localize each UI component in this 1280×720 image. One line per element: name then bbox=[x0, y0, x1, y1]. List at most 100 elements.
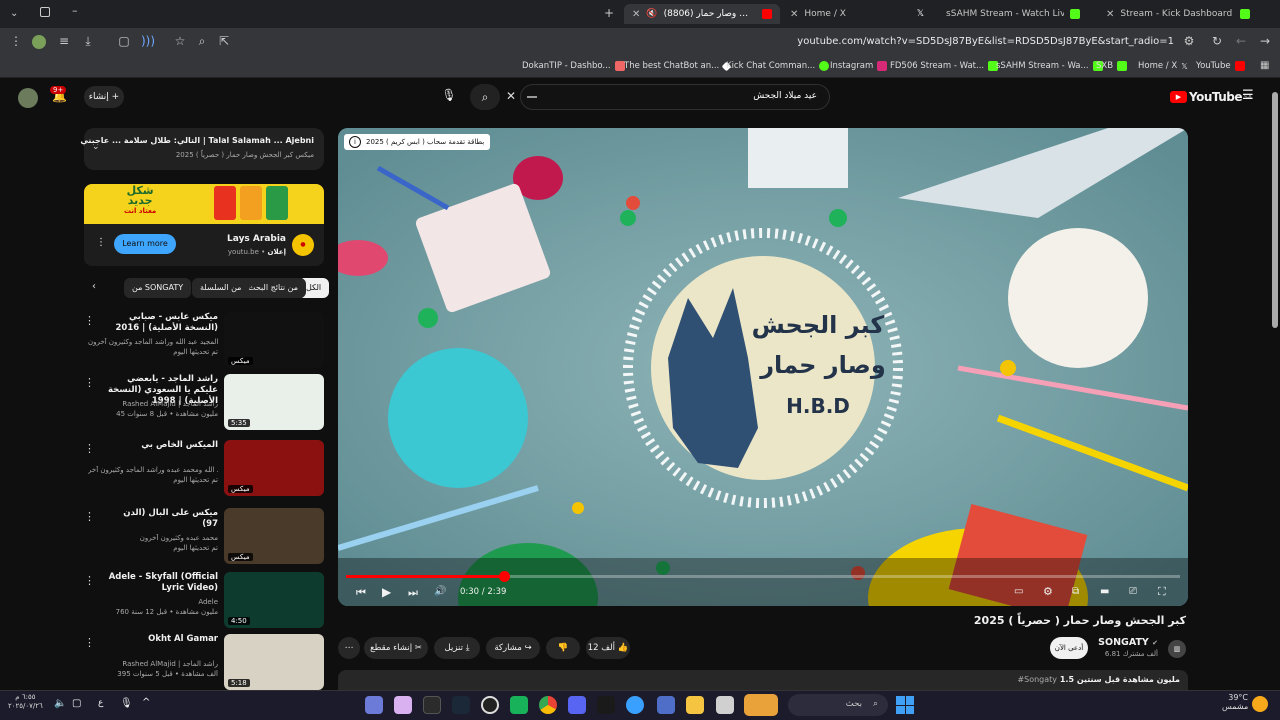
close-icon[interactable]: ✕ bbox=[632, 9, 640, 20]
file-explorer-icon[interactable] bbox=[686, 696, 704, 714]
mute-icon[interactable]: 🔇 bbox=[646, 9, 657, 19]
progress-bar[interactable] bbox=[346, 571, 1180, 582]
start-button[interactable] bbox=[896, 696, 914, 714]
weather-widget[interactable]: 39°C مشمس bbox=[1222, 693, 1248, 711]
language-indicator[interactable]: ع bbox=[98, 698, 103, 708]
tab-ssahm-stream[interactable]: sSAHM Stream - Watch Live on bbox=[938, 4, 1088, 24]
video-thumbnail[interactable]: 5:35 bbox=[224, 374, 324, 430]
taskbar-app-icon[interactable] bbox=[510, 696, 528, 714]
recommendation-item[interactable]: 4:50 Adele - Skyfall (Official Lyric Vide… bbox=[84, 572, 324, 632]
page-scrollbar[interactable] bbox=[1272, 92, 1278, 328]
share-button[interactable]: مشاركة ↪ bbox=[486, 637, 540, 659]
recommendation-title[interactable]: ميكس على البال (الدن 97) bbox=[106, 508, 218, 530]
close-icon[interactable]: ✕ bbox=[1106, 9, 1114, 20]
tab-kick-dashboard[interactable]: ✕ Stream - Kick Dashboard bbox=[1098, 4, 1258, 24]
restore-icon[interactable] bbox=[40, 7, 50, 17]
video-thumbnail[interactable]: 5:18 bbox=[224, 634, 324, 690]
more-options-icon[interactable]: ⋮ bbox=[84, 376, 95, 389]
chip-from-channel[interactable]: من SONGATY bbox=[124, 278, 192, 298]
video-thumbnail[interactable]: ميكس bbox=[224, 312, 324, 368]
previous-button[interactable]: ⏮ bbox=[356, 586, 366, 600]
tray-chevron-icon[interactable]: ^ bbox=[142, 697, 150, 708]
tab-youtube-video[interactable]: ✕ 🔇 (8806) كبر الجحش وصار حمار bbox=[624, 4, 780, 24]
download-icon[interactable]: ⤓ bbox=[80, 34, 96, 49]
bookmark-item[interactable]: Instagram bbox=[830, 61, 888, 71]
promo-badge[interactable]: i بطاقة تقدمة سحاب ( ابس كريم ) 2025 bbox=[344, 134, 491, 150]
hashtag[interactable]: #Songaty bbox=[1017, 675, 1057, 684]
all-bookmarks-icon[interactable]: ▦ bbox=[1260, 60, 1269, 71]
taskbar-app-icon[interactable] bbox=[716, 696, 734, 714]
audio-icon[interactable]: ))) bbox=[140, 34, 156, 48]
guide-menu-icon[interactable]: ☰ bbox=[1242, 88, 1254, 103]
ad-banner[interactable]: شكل جديد معتاد انت bbox=[84, 184, 324, 224]
more-options-icon[interactable]: ⋮ bbox=[84, 574, 95, 587]
taskbar-search[interactable]: ⌕ بحث bbox=[788, 694, 888, 716]
close-icon[interactable]: ✕ bbox=[790, 9, 798, 20]
dislike-button[interactable]: 👎 bbox=[546, 637, 580, 659]
recommendation-item[interactable]: 5:18 Okht Al Gamar Rashed AlMajid | راشد ا… bbox=[84, 634, 324, 694]
account-avatar[interactable] bbox=[18, 88, 38, 108]
bookmark-item[interactable]: sSAHM Stream - Wa... bbox=[996, 61, 1103, 71]
share-page-icon[interactable]: ⇱ bbox=[216, 34, 232, 48]
address-bar[interactable]: youtube.com/watch?v=SD5DsJ87ByE&list=RDS… bbox=[797, 36, 1174, 47]
chrome-icon[interactable] bbox=[539, 696, 557, 714]
speaker-icon[interactable]: 🔈 bbox=[54, 698, 66, 709]
cast-icon[interactable]: ⎚ bbox=[1129, 586, 1137, 597]
recommendation-title[interactable]: Adele - Skyfall (Official Lyric Video) bbox=[106, 572, 218, 594]
tab-home-x[interactable]: ✕ Home / X 𝕏 bbox=[782, 4, 932, 24]
search-button[interactable]: ⌕ bbox=[470, 84, 500, 110]
taskbar-app-icon[interactable] bbox=[626, 696, 644, 714]
tab-search-icon[interactable]: ⌄ bbox=[10, 8, 18, 19]
microphone-icon[interactable]: 🎙 bbox=[120, 698, 133, 709]
ad-menu-icon[interactable]: ⋮ bbox=[96, 237, 106, 248]
network-icon[interactable]: ▢ bbox=[72, 698, 81, 709]
chips-scroll-left-icon[interactable]: ‹ bbox=[92, 281, 96, 292]
miniplayer-icon[interactable]: ⧉ bbox=[1072, 586, 1079, 597]
steam-icon[interactable] bbox=[452, 696, 470, 714]
menu-icon[interactable]: ⋮ bbox=[8, 34, 24, 48]
recommendation-item[interactable]: ميكس الميكس الخاص بي عبد المجيد عبد الله و… bbox=[84, 440, 324, 500]
more-options-icon[interactable]: ⋮ bbox=[84, 636, 95, 649]
recommendation-title[interactable]: ميكس عابس - صبابي (النسخة الأصلية) | 201… bbox=[106, 312, 218, 334]
taskbar-app-icon[interactable] bbox=[423, 696, 441, 714]
clip-button[interactable]: إنشاء مقطع ✂ bbox=[364, 637, 428, 659]
recommendation-item[interactable]: ميكس ميكس على البال (الدن 97) محمد عبده وك… bbox=[84, 508, 324, 568]
search-input[interactable]: عيد ميلاد الجحش bbox=[520, 84, 830, 110]
description-box[interactable]: #Songaty 1.5 مليون مشاهدة قبل سنتين bbox=[338, 670, 1188, 690]
subtitles-icon[interactable]: ▭ bbox=[1014, 586, 1023, 597]
learn-more-button[interactable]: Learn more bbox=[114, 234, 176, 254]
new-tab-button[interactable]: + bbox=[604, 6, 614, 20]
discord-icon[interactable] bbox=[568, 696, 586, 714]
forward-icon[interactable]: ← bbox=[1233, 34, 1249, 48]
profile-avatar[interactable] bbox=[32, 35, 46, 49]
video-thumbnail[interactable]: ميكس bbox=[224, 508, 324, 564]
bookmark-star-icon[interactable]: ☆ bbox=[172, 34, 188, 48]
volume-button[interactable]: 🔊 bbox=[434, 586, 446, 597]
more-actions-button[interactable]: ⋯ bbox=[338, 637, 360, 659]
create-button[interactable]: إنشاء + bbox=[84, 86, 124, 108]
recommendation-title[interactable]: الميكس الخاص بي bbox=[106, 440, 218, 451]
extensions-icon[interactable]: ▢ bbox=[116, 34, 132, 48]
widgets-icon[interactable] bbox=[744, 694, 778, 716]
playlist-icon[interactable]: ≡ bbox=[56, 34, 72, 48]
minimize-icon[interactable]: – bbox=[72, 4, 78, 17]
taskbar-app-icon[interactable] bbox=[597, 696, 615, 714]
bookmark-item[interactable]: FD506 Stream - Wat... bbox=[890, 61, 999, 71]
voice-search-icon[interactable]: 🎙 bbox=[438, 88, 460, 108]
taskbar-app-icon[interactable] bbox=[394, 696, 412, 714]
settings-gear-icon[interactable]: ⚙ bbox=[1043, 585, 1053, 598]
recommendation-title[interactable]: Okht Al Gamar bbox=[106, 634, 218, 645]
site-settings-icon[interactable]: ⚙ bbox=[1181, 34, 1197, 48]
chip-search-results[interactable]: من نتائج البحث bbox=[240, 278, 307, 298]
back-icon[interactable]: → bbox=[1257, 34, 1273, 48]
taskbar-app-icon[interactable] bbox=[657, 696, 675, 714]
bookmark-item[interactable]: YouTube bbox=[1196, 61, 1245, 71]
youtube-logo[interactable]: ▶ YouTube SA bbox=[1170, 90, 1252, 104]
fullscreen-icon[interactable]: ⛶ bbox=[1158, 585, 1166, 599]
video-thumbnail[interactable]: ميكس bbox=[224, 440, 324, 496]
more-options-icon[interactable]: ⋮ bbox=[84, 510, 95, 523]
channel-avatar[interactable]: ▥ bbox=[1168, 640, 1186, 658]
bookmark-item[interactable]: Home / X𝕏 bbox=[1138, 61, 1188, 71]
more-options-icon[interactable]: ⋮ bbox=[84, 314, 95, 327]
recommendation-item[interactable]: ميكس ميكس عابس - صبابي (النسخة الأصلية) |… bbox=[84, 312, 324, 372]
